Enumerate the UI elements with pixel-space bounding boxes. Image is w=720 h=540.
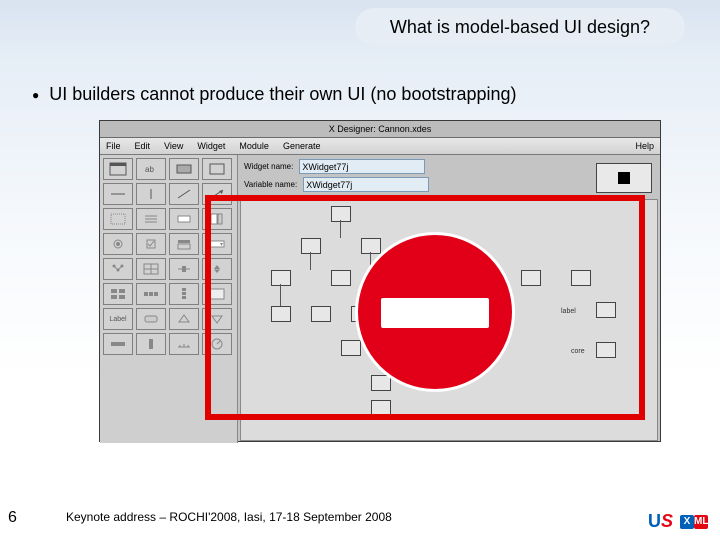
tool-hsep-icon[interactable] — [103, 183, 133, 205]
tool-col-icon[interactable] — [169, 283, 199, 305]
tool-combo-icon[interactable] — [202, 233, 232, 255]
tool-grid-icon[interactable] — [103, 208, 133, 230]
tool-radio-icon[interactable] — [103, 233, 133, 255]
slide-title: What is model-based UI design? — [390, 17, 650, 38]
canvas-node[interactable] — [521, 270, 541, 286]
preview-box — [596, 163, 652, 193]
logo-ml: ML — [694, 515, 708, 529]
tool-scroll-icon[interactable] — [202, 208, 232, 230]
logo-u: U — [648, 511, 661, 532]
tool-label-icon[interactable]: ab — [136, 158, 166, 180]
canvas-node[interactable] — [271, 306, 291, 322]
tool-up-icon[interactable] — [169, 308, 199, 330]
tool-down-icon[interactable] — [202, 308, 232, 330]
page-number: 6 — [8, 509, 17, 527]
tool-window-icon[interactable] — [103, 158, 133, 180]
slide-title-pill: What is model-based UI design? — [355, 8, 685, 46]
tool-arrow-icon[interactable] — [202, 183, 232, 205]
logo-s: S — [661, 511, 673, 532]
canvas-node[interactable] — [311, 306, 331, 322]
tool-button-icon[interactable] — [169, 158, 199, 180]
tool-spin-icon[interactable] — [202, 258, 232, 280]
tool-check-icon[interactable] — [136, 233, 166, 255]
tool-diag-icon[interactable] — [169, 183, 199, 205]
widget-toolbox: ab — [100, 155, 238, 443]
menu-file[interactable]: File — [106, 141, 121, 151]
canvas-node[interactable] — [596, 342, 616, 358]
tool-tree-icon[interactable] — [103, 258, 133, 280]
tool-row-icon[interactable] — [136, 283, 166, 305]
canvas-node[interactable] — [371, 400, 391, 416]
bullet-dot: ● — [32, 89, 39, 101]
tool-hbar-icon[interactable] — [103, 333, 133, 355]
window-title: X Designer: Cannon.xdes — [329, 124, 432, 134]
tool-grid2-icon[interactable] — [103, 283, 133, 305]
window-titlebar: X Designer: Cannon.xdes — [100, 121, 660, 138]
canvas-label: label — [561, 308, 576, 315]
menu-edit[interactable]: Edit — [135, 141, 151, 151]
tool-vsep-icon[interactable] — [136, 183, 166, 205]
tool-label-text[interactable]: Label — [103, 308, 133, 330]
canvas-label: core — [571, 348, 585, 355]
menu-bar: File Edit View Widget Module Generate He… — [100, 138, 660, 155]
canvas-node[interactable] — [271, 270, 291, 286]
menu-module[interactable]: Module — [239, 141, 269, 151]
canvas-node[interactable] — [301, 238, 321, 254]
bullet-row: ● UI builders cannot produce their own U… — [32, 84, 517, 105]
variable-name-input[interactable] — [303, 177, 429, 192]
tool-menu-icon[interactable] — [169, 233, 199, 255]
no-entry-sign — [355, 232, 515, 392]
tool-push-icon[interactable] — [136, 308, 166, 330]
canvas-node[interactable] — [331, 270, 351, 286]
no-entry-bar-icon — [381, 298, 489, 328]
logo-x: X — [680, 515, 694, 529]
svg-text:ab: ab — [145, 165, 154, 174]
canvas-node[interactable] — [331, 206, 351, 222]
tool-table-icon[interactable] — [136, 258, 166, 280]
bullet-text: UI builders cannot produce their own UI … — [49, 84, 516, 105]
menu-view[interactable]: View — [164, 141, 183, 151]
menu-widget[interactable]: Widget — [197, 141, 225, 151]
tool-canvas-icon[interactable] — [202, 283, 232, 305]
widget-name-label: Widget name: — [244, 162, 293, 171]
menu-help[interactable]: Help — [635, 141, 654, 151]
footer-text: Keynote address – ROCHI'2008, Iasi, 17-1… — [66, 510, 392, 524]
preview-square-icon — [618, 172, 630, 184]
canvas-node[interactable] — [596, 302, 616, 318]
tool-frame-icon[interactable] — [202, 158, 232, 180]
tool-scale-icon[interactable] — [169, 333, 199, 355]
usixml-logo: U S X ML — [648, 511, 708, 532]
canvas-node[interactable] — [571, 270, 591, 286]
tool-vbar-icon[interactable] — [136, 333, 166, 355]
tool-dial-icon[interactable] — [202, 333, 232, 355]
tool-text-icon[interactable] — [169, 208, 199, 230]
menu-generate[interactable]: Generate — [283, 141, 321, 151]
tool-list-icon[interactable] — [136, 208, 166, 230]
widget-name-input[interactable] — [299, 159, 425, 174]
tool-slider-icon[interactable] — [169, 258, 199, 280]
variable-name-label: Variable name: — [244, 180, 297, 189]
